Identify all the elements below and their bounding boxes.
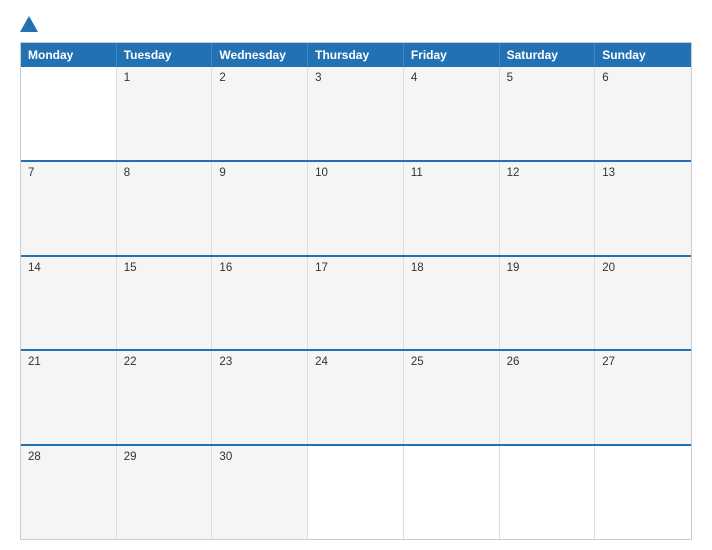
calendar-cell: 4 [404,67,500,160]
logo [20,18,40,32]
day-number: 21 [28,356,109,368]
calendar-cell [308,446,404,539]
day-number: 29 [124,451,205,463]
day-number: 28 [28,451,109,463]
calendar-cell [404,446,500,539]
calendar-grid: MondayTuesdayWednesdayThursdayFridaySatu… [20,42,692,540]
calendar-cell: 30 [212,446,308,539]
day-number: 4 [411,72,492,84]
logo-triangle-icon [20,16,38,32]
calendar-cell: 2 [212,67,308,160]
calendar-cell: 1 [117,67,213,160]
calendar-cell: 27 [595,351,691,444]
calendar-cell: 14 [21,257,117,350]
calendar-cell: 22 [117,351,213,444]
day-number: 30 [219,451,300,463]
calendar-cell: 12 [500,162,596,255]
calendar-cell: 21 [21,351,117,444]
day-number: 6 [602,72,684,84]
day-number: 25 [411,356,492,368]
calendar-cell [500,446,596,539]
calendar-header-cell: Wednesday [212,43,308,67]
calendar-cell: 20 [595,257,691,350]
calendar-cell [21,67,117,160]
day-number: 15 [124,262,205,274]
day-number: 3 [315,72,396,84]
day-number: 19 [507,262,588,274]
calendar-cell: 18 [404,257,500,350]
calendar-week: 21 22 23 24 25 26 27 [21,349,691,444]
calendar-cell: 6 [595,67,691,160]
day-number: 16 [219,262,300,274]
day-number: 18 [411,262,492,274]
day-number: 27 [602,356,684,368]
calendar-page: MondayTuesdayWednesdayThursdayFridaySatu… [0,0,712,550]
day-number: 22 [124,356,205,368]
calendar-cell: 15 [117,257,213,350]
calendar-cell: 7 [21,162,117,255]
day-number: 14 [28,262,109,274]
calendar-header-cell: Thursday [308,43,404,67]
day-number: 8 [124,167,205,179]
calendar-header-cell: Monday [21,43,117,67]
calendar-cell: 9 [212,162,308,255]
calendar-cell: 8 [117,162,213,255]
calendar-cell: 3 [308,67,404,160]
day-number: 2 [219,72,300,84]
page-header [20,18,692,32]
day-number: 17 [315,262,396,274]
day-number: 9 [219,167,300,179]
calendar-header-row: MondayTuesdayWednesdayThursdayFridaySatu… [21,43,691,67]
calendar-header-cell: Sunday [595,43,691,67]
calendar-header-cell: Friday [404,43,500,67]
day-number: 7 [28,167,109,179]
calendar-cell [595,446,691,539]
day-number: 26 [507,356,588,368]
calendar-week: 7 8 9 10 11 12 13 [21,160,691,255]
calendar-body: 1234567891011121314151617181920212223242… [21,67,691,539]
day-number: 13 [602,167,684,179]
calendar-cell: 28 [21,446,117,539]
calendar-cell: 25 [404,351,500,444]
day-number: 10 [315,167,396,179]
calendar-cell: 24 [308,351,404,444]
calendar-header-cell: Saturday [500,43,596,67]
calendar-cell: 23 [212,351,308,444]
calendar-cell: 26 [500,351,596,444]
calendar-cell: 17 [308,257,404,350]
day-number: 20 [602,262,684,274]
day-number: 12 [507,167,588,179]
day-number: 11 [411,167,492,179]
calendar-week: 28 29 30 [21,444,691,539]
calendar-week: 14 15 16 17 18 19 20 [21,255,691,350]
day-number: 5 [507,72,588,84]
calendar-cell: 11 [404,162,500,255]
calendar-cell: 13 [595,162,691,255]
calendar-cell: 19 [500,257,596,350]
day-number: 1 [124,72,205,84]
day-number: 23 [219,356,300,368]
calendar-header-cell: Tuesday [117,43,213,67]
calendar-cell: 16 [212,257,308,350]
logo-blue-row [20,18,40,32]
day-number: 24 [315,356,396,368]
calendar-cell: 10 [308,162,404,255]
calendar-cell: 5 [500,67,596,160]
calendar-week: 1 2 3 4 5 6 [21,67,691,160]
calendar-cell: 29 [117,446,213,539]
